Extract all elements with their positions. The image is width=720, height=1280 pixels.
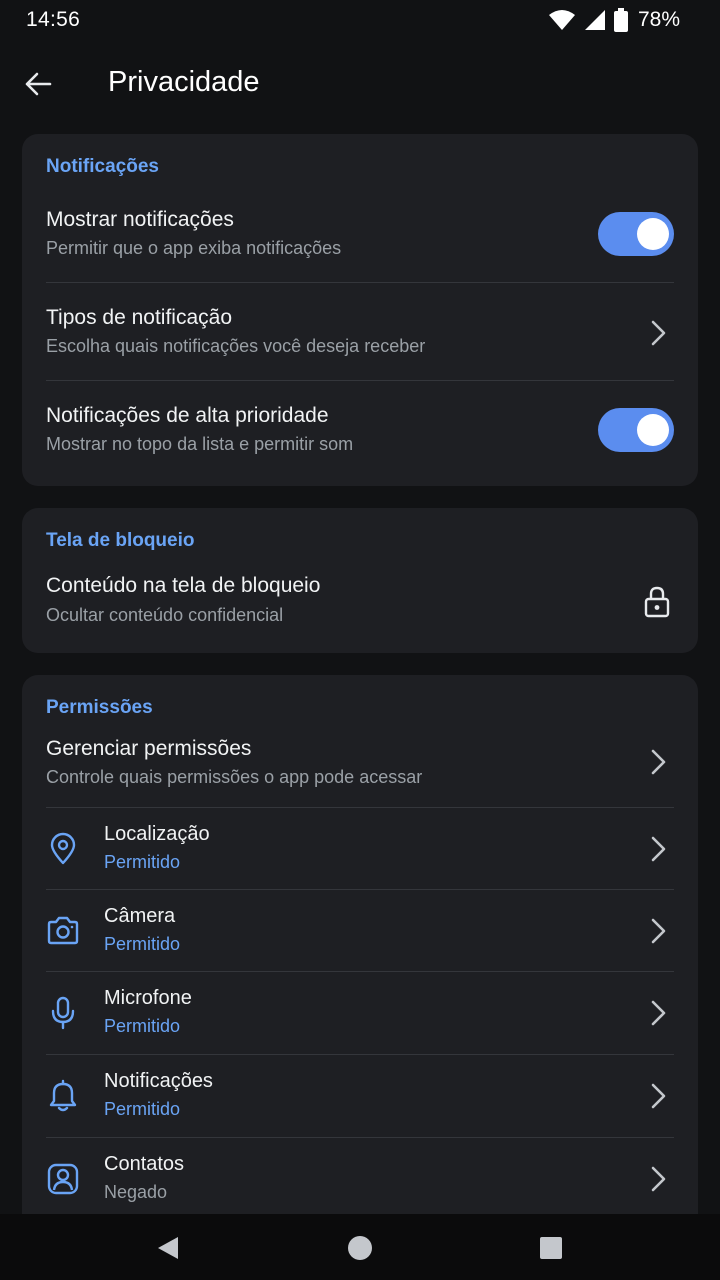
chevron-right-icon	[651, 1000, 666, 1026]
toggle-knob	[637, 218, 669, 250]
manage-permissions-subtitle: Controle quais permissões o app pode ace…	[46, 767, 423, 787]
cell-signal-icon	[584, 10, 605, 30]
back-button[interactable]	[24, 64, 72, 104]
microphone-icon	[51, 996, 75, 1030]
status-time: 14:56	[26, 8, 81, 31]
permission-item-microphone[interactable]: Microfone Permitido	[46, 972, 674, 1054]
divider	[46, 282, 674, 283]
high-priority-title: Notificações de alta prioridade	[46, 404, 329, 427]
location-pin-icon	[50, 832, 76, 865]
chevron-right-icon	[651, 749, 666, 775]
show-notifications-row[interactable]: Mostrar notificações Permitir que o app …	[46, 198, 674, 282]
permission-location-status: Permitido	[104, 852, 181, 872]
high-priority-subtitle: Mostrar no topo da lista e permitir som	[46, 434, 354, 454]
permission-contacts-title: Contatos	[104, 1153, 185, 1175]
permissions-card: Permissões Gerenciar permissões Controle…	[22, 675, 698, 1235]
chevron-right-icon	[651, 836, 666, 862]
high-priority-toggle[interactable]	[598, 408, 674, 452]
permission-item-contacts[interactable]: Contatos Negado	[46, 1138, 674, 1220]
app-bar: Privacidade	[0, 44, 720, 124]
notification-types-row[interactable]: Tipos de notificação Escolha quais notif…	[46, 296, 674, 380]
permission-camera-title: Câmera	[104, 905, 176, 927]
arrow-left-icon	[25, 72, 52, 96]
lock-screen-section-header: Tela de bloqueio	[46, 530, 195, 551]
show-notifications-subtitle: Permitir que o app exiba notificações	[46, 238, 342, 258]
notification-types-subtitle: Escolha quais notificações você deseja r…	[46, 336, 426, 356]
page-title: Privacidade	[108, 66, 260, 98]
bell-icon	[49, 1079, 77, 1112]
permission-microphone-status: Permitido	[104, 1016, 181, 1036]
notifications-card: Notificações Mostrar notificações Permit…	[22, 134, 698, 486]
nav-back-button[interactable]	[154, 1234, 182, 1262]
lock-icon	[644, 586, 670, 618]
chevron-right-icon	[651, 918, 666, 944]
permission-location-title: Localização	[104, 823, 210, 845]
battery-icon	[613, 8, 628, 32]
camera-icon	[47, 916, 79, 945]
permission-camera-status: Permitido	[104, 934, 181, 954]
status-icons: 78%	[548, 8, 680, 32]
high-priority-notifications-row[interactable]: Notificações de alta prioridade Mostrar …	[46, 394, 674, 478]
lock-screen-card: Tela de bloqueio Conteúdo na tela de blo…	[22, 508, 698, 653]
show-notifications-toggle[interactable]	[598, 212, 674, 256]
toggle-knob	[637, 414, 669, 446]
permissions-section-header: Permissões	[46, 697, 153, 718]
notification-types-title: Tipos de notificação	[46, 306, 232, 329]
contact-icon	[47, 1163, 79, 1195]
show-notifications-title: Mostrar notificações	[46, 208, 234, 231]
permission-notifications-title: Notificações	[104, 1070, 213, 1092]
chevron-right-icon	[651, 1166, 666, 1192]
screen: 14:56 78% Privacidade Notificações Mostr…	[0, 0, 720, 1280]
nav-home-button[interactable]	[346, 1234, 374, 1262]
lock-screen-content-title: Conteúdo na tela de bloqueio	[46, 574, 321, 597]
chevron-right-icon	[651, 1083, 666, 1109]
notifications-section-header: Notificações	[46, 156, 159, 177]
chevron-right-icon	[651, 320, 666, 346]
battery-percentage: 78%	[637, 8, 680, 31]
permission-item-location[interactable]: Localização Permitido	[46, 808, 674, 890]
permission-item-notifications[interactable]: Notificações Permitido	[46, 1055, 674, 1137]
status-bar: 14:56 78%	[0, 0, 720, 40]
system-navigation-bar	[0, 1214, 720, 1280]
manage-permissions-row[interactable]: Gerenciar permissões Controle quais perm…	[46, 731, 674, 807]
permission-contacts-status: Negado	[104, 1182, 168, 1202]
manage-permissions-title: Gerenciar permissões	[46, 737, 252, 760]
permission-notifications-status: Permitido	[104, 1099, 181, 1119]
lock-screen-content-row[interactable]: Conteúdo na tela de bloqueio Ocultar con…	[46, 564, 674, 644]
permission-item-camera[interactable]: Câmera Permitido	[46, 890, 674, 972]
wifi-icon	[548, 10, 575, 30]
permission-microphone-title: Microfone	[104, 987, 192, 1009]
lock-screen-content-subtitle: Ocultar conteúdo confidencial	[46, 605, 284, 625]
divider	[46, 380, 674, 381]
nav-recents-button[interactable]	[537, 1234, 565, 1262]
